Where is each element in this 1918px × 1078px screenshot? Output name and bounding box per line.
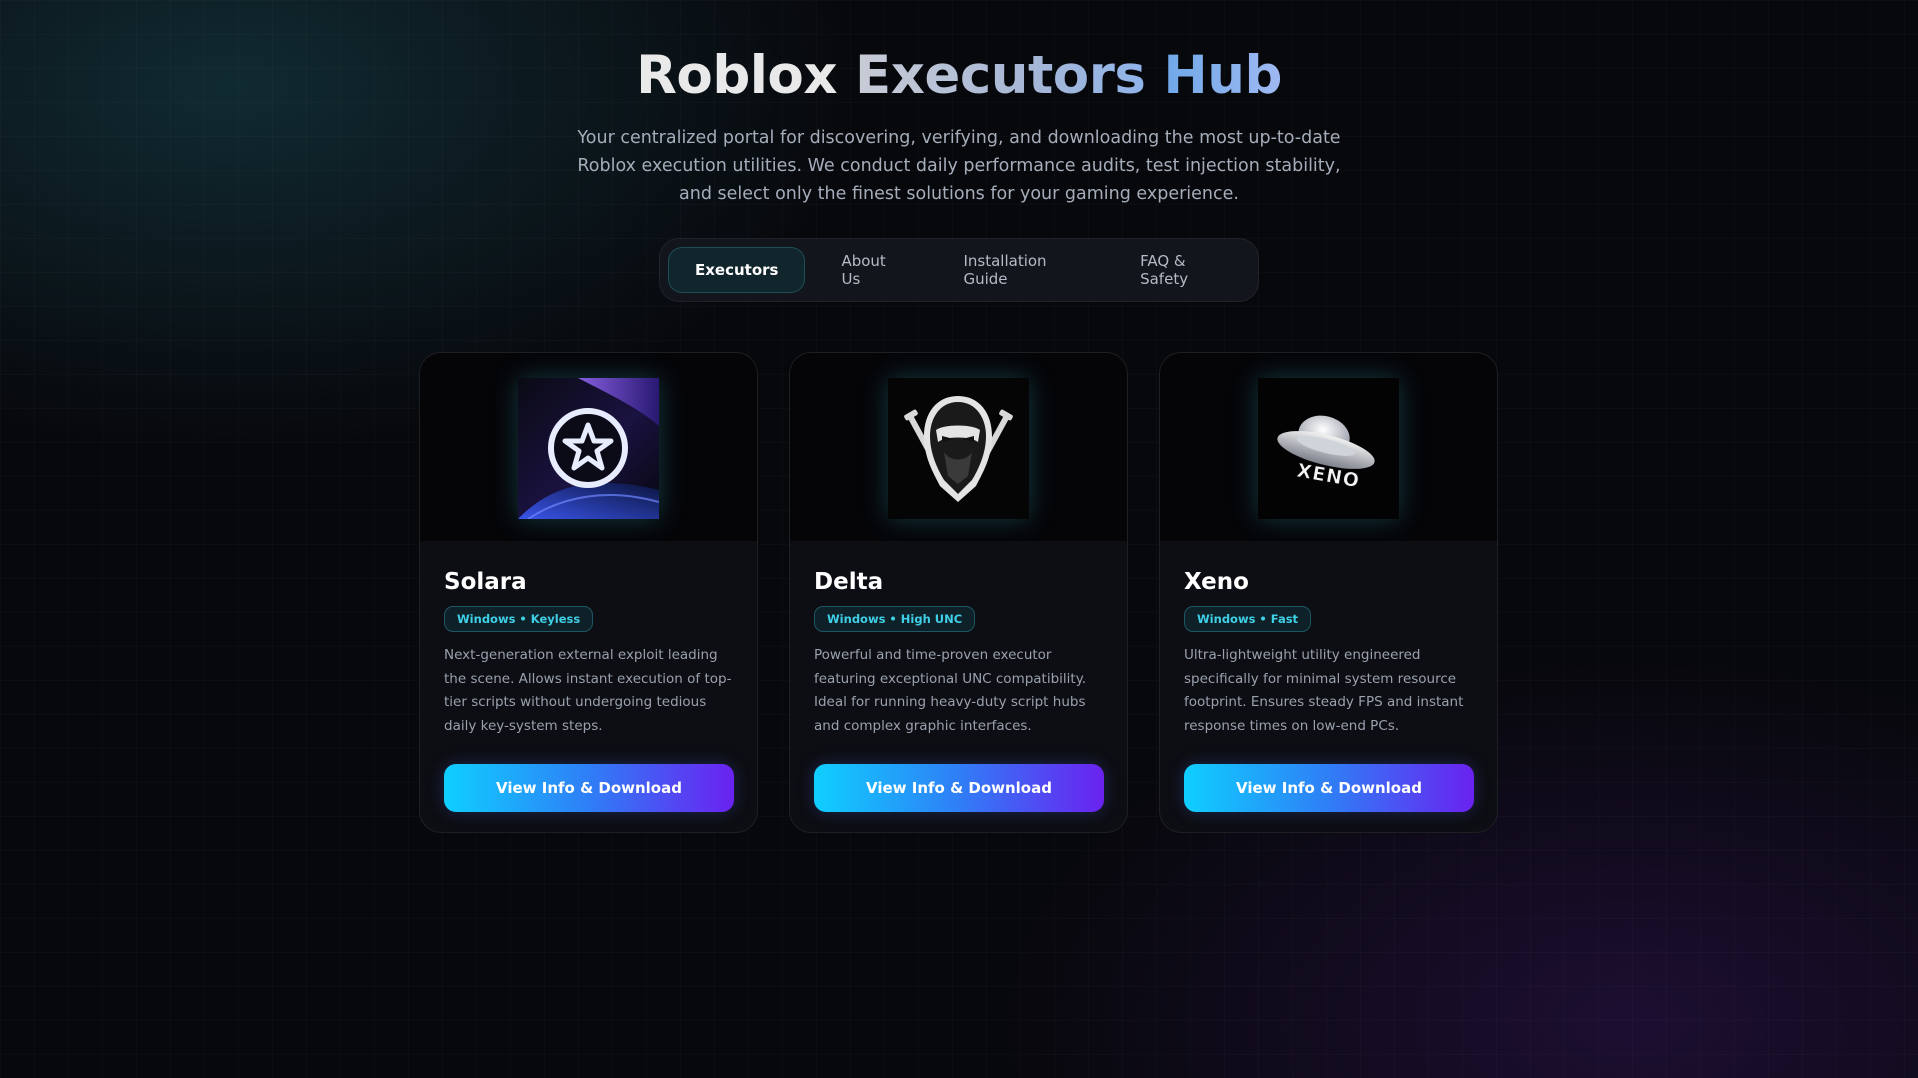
executor-card-delta: Delta Windows • High UNC Powerful and ti… (789, 352, 1128, 833)
page-description: Your centralized portal for discovering,… (577, 128, 1341, 204)
card-description: Powerful and time-proven executor featur… (814, 647, 1087, 734)
platform-badge: Windows • Fast (1184, 606, 1312, 632)
title-word-hub: Hub (1163, 45, 1282, 106)
executor-card-xeno: XENO Xeno Windows • Fast Ultra-lightweig… (1159, 352, 1498, 833)
view-info-download-button[interactable]: View Info & Download (444, 764, 734, 812)
tab-bar: Executors About Us Installation Guide FA… (659, 238, 1259, 302)
view-info-download-button[interactable]: View Info & Download (1184, 764, 1474, 812)
tab-executors[interactable]: Executors (668, 247, 806, 293)
executor-card-solara: Solara Windows • Keyless Next-generation… (419, 352, 758, 833)
delta-logo (888, 377, 1029, 519)
solara-logo (518, 377, 659, 519)
tab-faq-safety[interactable]: FAQ & Safety (1114, 247, 1250, 293)
tab-about-us[interactable]: About Us (815, 247, 925, 293)
card-media (420, 353, 757, 542)
tab-installation-guide[interactable]: Installation Guide (937, 247, 1102, 293)
ufo-icon: XENO (1258, 377, 1399, 519)
title-word-executors: Executors (854, 45, 1146, 106)
card-description: Next-generation external exploit leading… (444, 647, 732, 734)
page-title: Roblox Executors Hub (0, 44, 1918, 108)
star-circle-icon (518, 377, 659, 519)
view-info-download-button[interactable]: View Info & Download (814, 764, 1104, 812)
card-title: Delta (814, 569, 884, 595)
card-media (790, 353, 1127, 542)
card-description: Ultra-lightweight utility engineered spe… (1184, 647, 1464, 734)
platform-badge: Windows • Keyless (444, 606, 594, 632)
title-word-roblox: Roblox (636, 45, 838, 106)
xeno-logo: XENO (1258, 377, 1399, 519)
card-title: Solara (444, 569, 527, 595)
card-media: XENO (1160, 353, 1497, 542)
ninja-icon (888, 377, 1029, 519)
card-title: Xeno (1184, 569, 1249, 595)
platform-badge: Windows • High UNC (814, 606, 976, 632)
page: Roblox Executors Hub Your centralized po… (0, 0, 1918, 1078)
